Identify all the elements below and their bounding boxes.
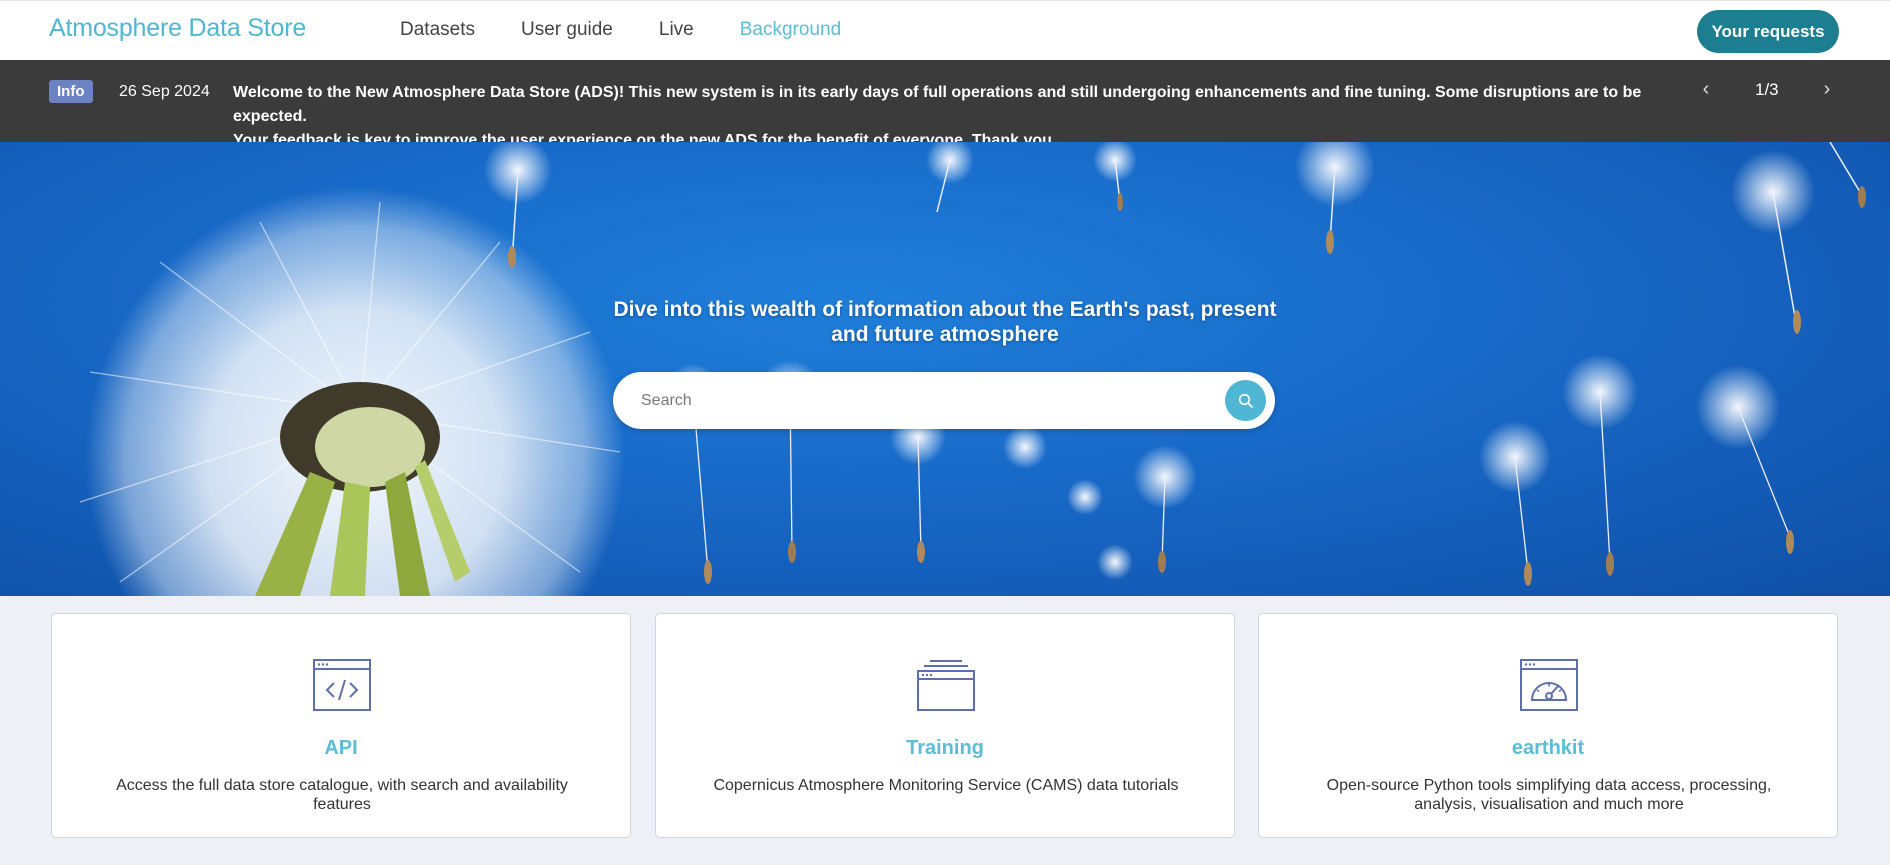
nav-datasets[interactable]: Datasets [400,19,475,41]
training-card[interactable]: Training Copernicus Atmosphere Monitorin… [655,613,1235,838]
search-input[interactable] [641,388,1201,414]
card-description: Access the full data store catalogue, wi… [116,777,568,813]
info-badge: Info [49,80,93,103]
gauge-window-icon [1520,659,1578,711]
nav-background[interactable]: Background [740,19,841,41]
banner-line-1: Welcome to the New Atmosphere Data Store… [233,84,1642,125]
stacked-windows-icon [917,660,975,711]
api-card[interactable]: API Access the full data store catalogue… [51,613,631,838]
your-requests-button[interactable]: Your requests [1697,10,1839,53]
earthkit-card[interactable]: earthkit Open-source Python tools simpli… [1258,613,1838,838]
card-description: Copernicus Atmosphere Monitoring Service… [713,777,1179,794]
site-logo[interactable]: Atmosphere Data Store [49,14,306,43]
top-header: Atmosphere Data Store Datasets User guid… [0,0,1890,60]
hero-title: Dive into this wealth of information abo… [613,298,1277,346]
card-description: Open-source Python tools simplifying dat… [1326,777,1772,813]
code-window-icon [313,659,371,711]
info-banner: Info 26 Sep 2024 Welcome to the New Atmo… [0,60,1890,149]
main-nav: Datasets User guide Live Background [400,19,841,41]
banner-pagination: 1/3 [1755,80,1779,99]
chevron-left-icon[interactable]: ‹ [1696,78,1716,101]
nav-user-guide[interactable]: User guide [521,19,613,41]
search-button[interactable] [1225,380,1266,421]
dandelion-background-image [79,142,1866,596]
search-icon [1238,393,1253,408]
search-bar [613,372,1275,429]
hero-section: Dive into this wealth of information abo… [0,142,1890,596]
card-title: API [324,737,358,759]
nav-live[interactable]: Live [659,19,694,41]
card-title: Training [906,737,984,759]
banner-date: 26 Sep 2024 [119,83,210,100]
chevron-right-icon[interactable]: › [1817,78,1837,101]
card-title: earthkit [1511,737,1585,759]
